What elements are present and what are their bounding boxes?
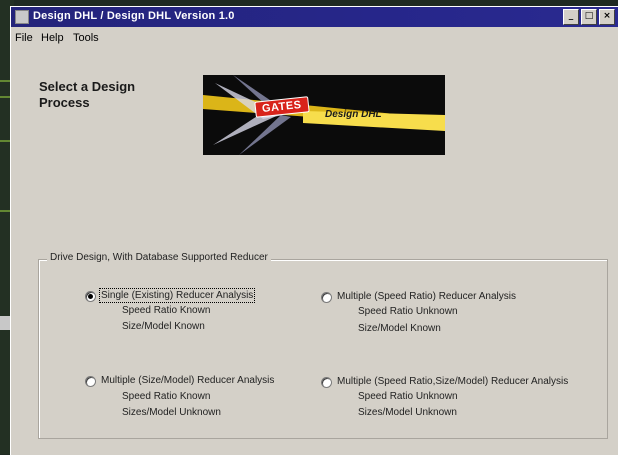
- option-detail: Speed Ratio Known: [122, 391, 211, 402]
- option-detail: Size/Model Known: [358, 323, 441, 334]
- menu-help[interactable]: Help: [41, 32, 64, 44]
- radio-button[interactable]: [321, 377, 332, 388]
- option-label[interactable]: Multiple (Speed Ratio) Reducer Analysis: [337, 291, 516, 302]
- option-detail: Speed Ratio Unknown: [358, 306, 458, 317]
- group-legend: Drive Design, With Database Supported Re…: [47, 252, 271, 263]
- option-label[interactable]: Multiple (Size/Model) Reducer Analysis: [101, 375, 274, 386]
- option-detail: Size/Model Known: [122, 321, 205, 332]
- close-button[interactable]: ×: [599, 9, 615, 25]
- logo-product-text: Design DHL: [325, 109, 382, 120]
- option-label[interactable]: Single (Existing) Reducer Analysis: [98, 288, 256, 303]
- design-process-group: Drive Design, With Database Supported Re…: [38, 252, 608, 439]
- option-detail: Speed Ratio Known: [122, 305, 211, 316]
- gates-logo: GATES Design DHL: [203, 75, 445, 155]
- menu-file[interactable]: File: [15, 32, 33, 44]
- radio-button[interactable]: [85, 376, 96, 387]
- option-label[interactable]: Multiple (Speed Ratio,Size/Model) Reduce…: [337, 376, 568, 387]
- radio-button[interactable]: [85, 291, 96, 302]
- maximize-button[interactable]: □: [581, 9, 597, 25]
- menu-tools[interactable]: Tools: [73, 32, 99, 44]
- title-bar[interactable]: Design DHL / Design DHL Version 1.0 _ □ …: [11, 7, 618, 27]
- window-title: Design DHL / Design DHL Version 1.0: [33, 10, 235, 22]
- menu-bar: File Help Tools: [11, 29, 618, 47]
- option-detail: Speed Ratio Unknown: [358, 391, 458, 402]
- option-detail: Sizes/Model Unknown: [358, 407, 457, 418]
- radio-button[interactable]: [321, 292, 332, 303]
- app-icon[interactable]: [15, 10, 29, 24]
- page-heading: Select a Design Process: [39, 79, 136, 110]
- minimize-button[interactable]: _: [563, 9, 579, 25]
- app-window: Design DHL / Design DHL Version 1.0 _ □ …: [10, 6, 618, 455]
- option-detail: Sizes/Model Unknown: [122, 407, 221, 418]
